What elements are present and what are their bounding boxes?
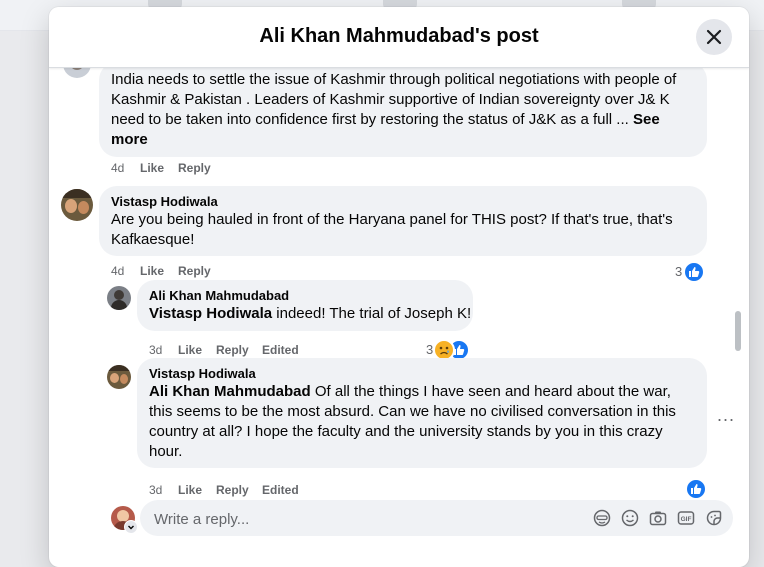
- reaction-summary[interactable]: 3: [426, 339, 474, 361]
- mention-link[interactable]: Vistasp Hodiwala: [149, 305, 272, 322]
- comment-author[interactable]: Ali Khan Mahmudabad: [149, 288, 461, 304]
- avatar-sticker-icon[interactable]: [593, 509, 611, 527]
- comment-text: India needs to settle the issue of Kashm…: [111, 71, 677, 128]
- reaction-count: 3: [675, 264, 683, 279]
- avatar[interactable]: [61, 189, 93, 221]
- comment-actions: 4d Like Reply: [111, 161, 411, 177]
- comment-text: indeed! The trial of Joseph K!: [272, 305, 472, 322]
- svg-text:GIF: GIF: [681, 516, 692, 523]
- edited-label[interactable]: Edited: [262, 343, 299, 357]
- scrollbar-thumb[interactable]: [735, 311, 741, 351]
- like-button[interactable]: Like: [178, 343, 202, 357]
- reply-button[interactable]: Reply: [216, 483, 249, 497]
- comments-area: India needs to settle the issue of Kashm…: [49, 50, 749, 567]
- comment-body: Ali Khan Mahmudabad Of all the things I …: [149, 382, 695, 462]
- modal-header: Ali Khan Mahmudabad's post: [49, 7, 749, 68]
- comment-time[interactable]: 3d: [149, 483, 162, 497]
- comment-text: Are you being hauled in front of the Har…: [111, 211, 673, 248]
- post-modal: Ali Khan Mahmudabad's post India needs t…: [49, 7, 749, 567]
- mention-link[interactable]: Ali Khan Mahmudabad: [149, 383, 311, 400]
- like-button[interactable]: Like: [178, 483, 202, 497]
- reply-actions: 3d Like Reply Edited: [149, 483, 449, 499]
- close-icon: [706, 29, 722, 45]
- close-button[interactable]: [696, 19, 732, 55]
- like-button[interactable]: Like: [140, 264, 164, 278]
- comment-time[interactable]: 4d: [111, 264, 124, 278]
- comment-body: Vistasp Hodiwala indeed! The trial of Jo…: [149, 304, 471, 324]
- reply-button[interactable]: Reply: [178, 264, 211, 278]
- comment-time[interactable]: 4d: [111, 161, 124, 175]
- more-dots-icon[interactable]: ...: [717, 406, 735, 424]
- avatar[interactable]: [107, 286, 131, 310]
- camera-icon[interactable]: [649, 509, 667, 527]
- smiley-icon[interactable]: [621, 509, 639, 527]
- comment-bubble: Vistasp Hodiwala Are you being hauled in…: [99, 186, 707, 256]
- reply-actions: 3d Like Reply Edited: [149, 343, 449, 359]
- comment-author[interactable]: Vistasp Hodiwala: [111, 194, 695, 210]
- thumbs-up-icon[interactable]: [685, 478, 707, 500]
- comment-actions: 4d Like Reply: [111, 264, 411, 280]
- comment-bubble: India needs to settle the issue of Kashm…: [99, 62, 707, 157]
- reply-button[interactable]: Reply: [178, 161, 211, 175]
- modal-title: Ali Khan Mahmudabad's post: [259, 25, 539, 47]
- sticker-icon[interactable]: [705, 509, 723, 527]
- reply-composer: GIF: [140, 500, 733, 536]
- reply-button[interactable]: Reply: [216, 343, 249, 357]
- thumbs-up-icon: [683, 261, 705, 283]
- edited-label[interactable]: Edited: [262, 483, 299, 497]
- like-button[interactable]: Like: [140, 161, 164, 175]
- comment-author[interactable]: Vistasp Hodiwala: [149, 366, 695, 382]
- reply-input[interactable]: [152, 508, 576, 530]
- avatar[interactable]: [107, 365, 131, 389]
- gif-icon[interactable]: GIF: [677, 509, 695, 527]
- reply-bubble: Vistasp Hodiwala Ali Khan Mahmudabad Of …: [137, 358, 707, 468]
- chevron-down-icon[interactable]: [124, 520, 138, 534]
- reply-bubble: Ali Khan Mahmudabad Vistasp Hodiwala ind…: [137, 280, 473, 331]
- reaction-summary[interactable]: 3: [675, 261, 705, 283]
- comment-time[interactable]: 3d: [149, 343, 162, 357]
